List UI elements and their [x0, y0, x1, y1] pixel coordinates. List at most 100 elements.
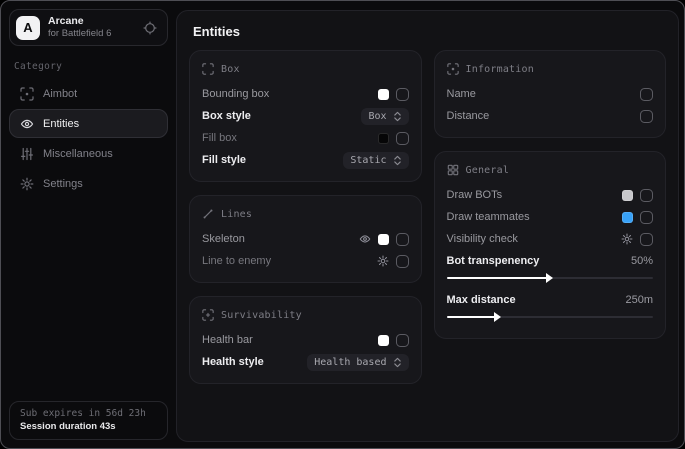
general-section-header: General [447, 164, 654, 176]
lines-section-header: Lines [202, 208, 409, 220]
health-style-label: Health style [202, 356, 264, 368]
section-title: Information [466, 64, 534, 75]
sidebar-item-label: Aimbot [43, 88, 77, 100]
unfold-icon [393, 155, 402, 166]
sidebar-item-settings[interactable]: Settings [9, 169, 168, 198]
bot-transparency-value: 50% [631, 255, 653, 267]
visibility-check-row: Visibility check [447, 228, 654, 250]
main-panel: Entities Box Bounding box [176, 10, 679, 442]
draw-bots-color-swatch[interactable] [622, 190, 633, 201]
bot-transparency-slider[interactable] [447, 273, 654, 283]
bounding-box-checkbox[interactable] [396, 88, 409, 101]
name-checkbox[interactable] [640, 88, 653, 101]
name-row: Name [447, 83, 654, 105]
slider-fill [447, 277, 550, 279]
max-distance-row: Max distance 250m [447, 289, 654, 311]
slider-thumb[interactable] [546, 273, 553, 283]
health-style-value: Health based [314, 357, 386, 368]
sidebar: A Arcane for Battlefield 6 Category [1, 1, 176, 448]
sidebar-item-entities[interactable]: Entities [9, 109, 168, 138]
max-distance-label: Max distance [447, 294, 516, 306]
subscription-info-card: Sub expires in 56d 23h Session duration … [9, 401, 168, 440]
sidebar-item-miscellaneous[interactable]: Miscellaneous [9, 139, 168, 168]
draw-teammates-row: Draw teammates [447, 206, 654, 228]
scan-target-icon [20, 87, 34, 101]
sidebar-item-label: Miscellaneous [43, 148, 113, 160]
eye-icon[interactable] [359, 233, 371, 245]
distance-label: Distance [447, 110, 490, 122]
box-style-row: Box style Box [202, 105, 409, 127]
sliders-icon [20, 147, 34, 161]
page-title: Entities [193, 24, 666, 39]
info-brackets-icon [447, 63, 459, 75]
fill-style-label: Fill style [202, 154, 246, 166]
section-title: Survivability [221, 310, 302, 321]
sub-expiry-text: Sub expires in 56d 23h [20, 408, 157, 419]
fill-style-dropdown[interactable]: Static [343, 152, 408, 169]
skeleton-checkbox[interactable] [396, 233, 409, 246]
fill-style-row: Fill style Static [202, 149, 409, 171]
right-column: Information Name Distance [434, 50, 667, 339]
box-style-label: Box style [202, 110, 251, 122]
section-title: General [466, 165, 510, 176]
bot-transparency-row: Bot transpenency 50% [447, 250, 654, 272]
skeleton-color-swatch[interactable] [378, 234, 389, 245]
sidebar-header-card: A Arcane for Battlefield 6 [9, 9, 168, 46]
gear-icon[interactable] [621, 233, 633, 245]
unfold-icon [393, 357, 402, 368]
crosshair-icon[interactable] [143, 21, 157, 35]
bounding-box-label: Bounding box [202, 88, 269, 100]
gear-icon[interactable] [377, 255, 389, 267]
eye-scan-icon [20, 117, 34, 131]
draw-bots-row: Draw BOTs [447, 184, 654, 206]
fill-box-checkbox[interactable] [396, 132, 409, 145]
bounding-box-color-swatch[interactable] [378, 89, 389, 100]
max-distance-value: 250m [625, 294, 653, 306]
session-duration-text: Session duration 43s [20, 421, 157, 432]
fill-box-row: Fill box [202, 127, 409, 149]
survivability-section-header: Survivability [202, 309, 409, 321]
draw-bots-checkbox[interactable] [640, 189, 653, 202]
fill-style-value: Static [350, 155, 386, 166]
information-section: Information Name Distance [434, 50, 667, 138]
category-label: Category [14, 61, 168, 72]
health-style-dropdown[interactable]: Health based [307, 354, 408, 371]
slider-thumb[interactable] [494, 312, 501, 322]
distance-checkbox[interactable] [640, 110, 653, 123]
diagonal-line-icon [202, 208, 214, 220]
draw-teammates-color-swatch[interactable] [622, 212, 633, 223]
content-columns: Box Bounding box Box style Box [189, 50, 666, 384]
line-to-enemy-row: Line to enemy [202, 250, 409, 272]
name-label: Name [447, 88, 476, 100]
skeleton-row: Skeleton [202, 228, 409, 250]
max-distance-slider[interactable] [447, 312, 654, 322]
draw-teammates-checkbox[interactable] [640, 211, 653, 224]
fill-box-color-swatch[interactable] [378, 133, 389, 144]
distance-row: Distance [447, 105, 654, 127]
bot-transparency-label: Bot transpenency [447, 255, 540, 267]
information-section-header: Information [447, 63, 654, 75]
bounding-box-row: Bounding box [202, 83, 409, 105]
line-to-enemy-checkbox[interactable] [396, 255, 409, 268]
draw-teammates-label: Draw teammates [447, 211, 530, 223]
general-section: General Draw BOTs Draw teammates [434, 151, 667, 339]
survivability-section: Survivability Health bar Health style [189, 296, 422, 384]
app-window: A Arcane for Battlefield 6 Category [0, 0, 685, 449]
line-to-enemy-label: Line to enemy [202, 255, 271, 267]
box-style-dropdown[interactable]: Box [361, 108, 408, 125]
slider-fill [447, 316, 499, 318]
sidebar-item-label: Settings [43, 178, 83, 190]
box-section-header: Box [202, 63, 409, 75]
health-bar-color-swatch[interactable] [378, 335, 389, 346]
visibility-check-checkbox[interactable] [640, 233, 653, 246]
skeleton-label: Skeleton [202, 233, 245, 245]
lines-section: Lines Skeleton [189, 195, 422, 283]
draw-bots-label: Draw BOTs [447, 189, 503, 201]
avatar: A [16, 16, 40, 40]
left-column: Box Bounding box Box style Box [189, 50, 422, 384]
health-bar-checkbox[interactable] [396, 334, 409, 347]
sidebar-item-label: Entities [43, 118, 79, 130]
box-section: Box Bounding box Box style Box [189, 50, 422, 182]
sidebar-item-aimbot[interactable]: Aimbot [9, 79, 168, 108]
section-title: Lines [221, 209, 252, 220]
